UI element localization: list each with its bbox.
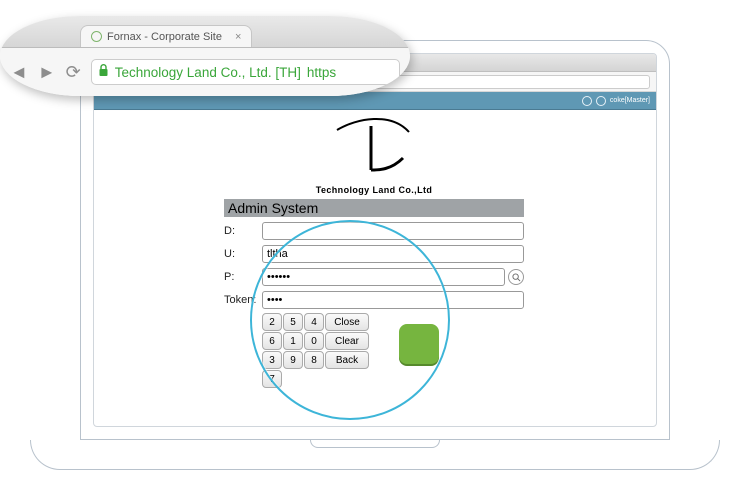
pin-keypad: 2 5 4 Close 6 1 0 Clear 3 9 8 Back 7 [262,313,524,388]
url-protocol: https [307,65,336,80]
domain-label: D: [224,225,262,237]
pin-key-6[interactable]: 6 [262,332,282,350]
token-row: Token: [224,291,524,309]
password-label: P: [224,271,262,283]
zoom-tab-strip: Fornax - Corporate Site × [0,16,410,48]
magnified-url-callout: Fornax - Corporate Site × ◄ ► ⟳ Technolo… [0,16,410,96]
magnify-icon[interactable] [508,269,524,285]
current-user-label: coke[Master] [610,97,650,104]
company-logo: Technology Land Co.,Ltd [224,114,524,195]
favicon-icon [91,31,102,42]
pin-key-5[interactable]: 5 [283,313,303,331]
pin-clear-button[interactable]: Clear [325,332,369,350]
reload-icon[interactable]: ⟳ [66,62,81,83]
laptop-trackpad-notch [310,440,440,448]
pin-key-2[interactable]: 2 [262,313,282,331]
zoom-browser-tab[interactable]: Fornax - Corporate Site × [80,25,252,47]
pin-key-7[interactable]: 7 [262,370,282,388]
user-icon[interactable] [596,96,606,106]
username-input[interactable] [262,245,524,263]
username-label: U: [224,248,262,260]
password-input[interactable] [262,268,505,286]
zoom-tab-title: Fornax - Corporate Site [107,31,222,43]
pin-key-0[interactable]: 0 [304,332,324,350]
close-tab-icon[interactable]: × [235,31,241,43]
logo-caption: Technology Land Co.,Ltd [224,185,524,195]
tl-logo-icon [329,114,419,180]
submit-button[interactable] [399,324,439,364]
password-row: P: [224,268,524,286]
pin-key-4[interactable]: 4 [304,313,324,331]
admin-panel: Technology Land Co.,Ltd Admin System D: … [224,114,524,388]
laptop-screen-bezel: ochnologyland.co.th/smartadmin/control.h… [80,40,670,440]
token-input[interactable] [262,291,524,309]
zoom-toolbar: ◄ ► ⟳ Technology Land Co., Ltd. [TH] htt… [0,48,410,96]
forward-icon[interactable]: ► [38,62,56,83]
laptop-viewport: ochnologyland.co.th/smartadmin/control.h… [93,53,657,427]
admin-title: Admin System [224,199,524,217]
pin-key-1[interactable]: 1 [283,332,303,350]
domain-input[interactable] [262,222,524,240]
pin-key-8[interactable]: 8 [304,351,324,369]
back-icon[interactable]: ◄ [10,62,28,83]
lock-icon [98,64,109,80]
pin-key-3[interactable]: 3 [262,351,282,369]
username-row: U: [224,245,524,263]
pin-close-button[interactable]: Close [325,313,369,331]
domain-row: D: [224,222,524,240]
pin-key-9[interactable]: 9 [283,351,303,369]
zoom-address-bar[interactable]: Technology Land Co., Ltd. [TH] https [91,59,400,85]
pin-back-button[interactable]: Back [325,351,369,369]
ev-certificate-name: Technology Land Co., Ltd. [TH] [115,65,301,80]
token-label: Token: [224,294,262,306]
refresh-icon[interactable] [582,96,592,106]
